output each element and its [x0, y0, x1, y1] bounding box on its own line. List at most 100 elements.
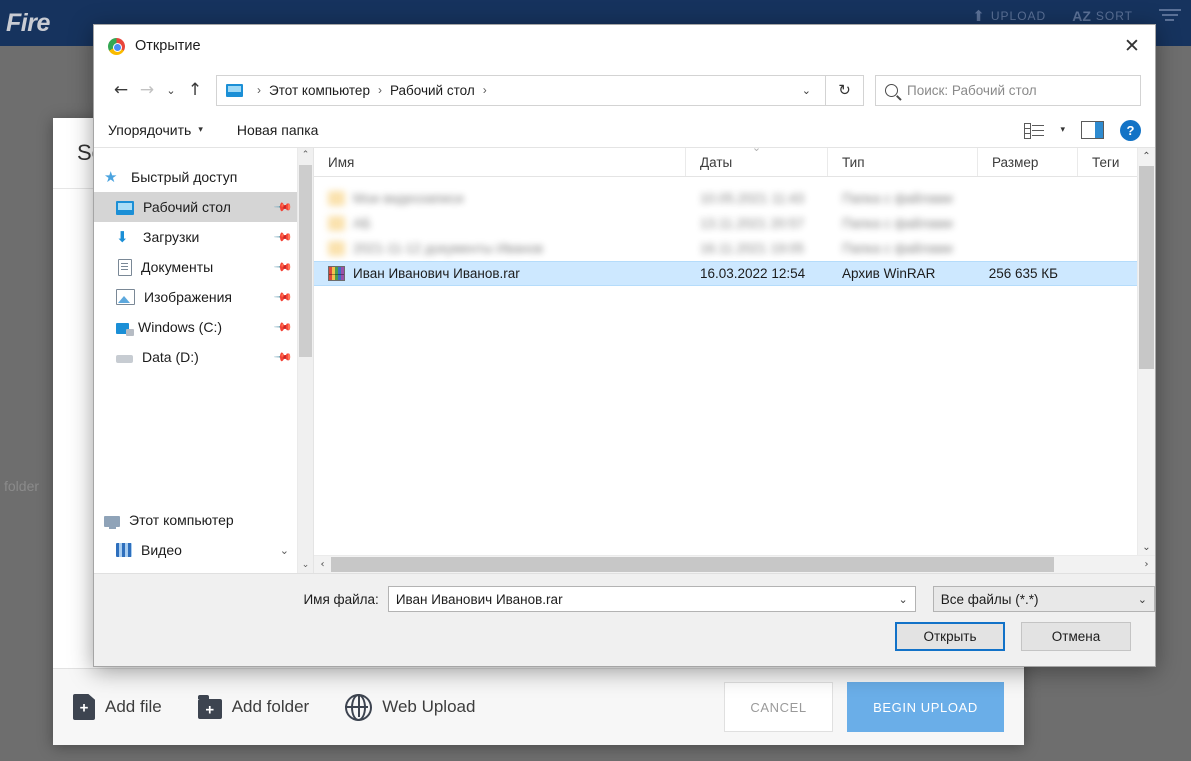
chevron-down-icon[interactable]: ⌄ [794, 84, 819, 97]
chevron-down-icon: ▾ [198, 125, 203, 135]
folder-icon [328, 191, 345, 206]
forward-button[interactable]: → [134, 75, 160, 105]
begin-upload-button[interactable]: BEGIN UPLOAD [847, 682, 1004, 732]
add-folder-icon [197, 694, 222, 719]
pin-icon[interactable]: 📌 [273, 317, 293, 337]
vertical-scrollbar-thumb[interactable] [1139, 166, 1154, 369]
cell-name: Иван Иванович Иванов.rar [314, 266, 686, 281]
pin-icon[interactable]: 📌 [273, 347, 293, 367]
sidebar-item-data-d[interactable]: Data (D:) 📌 [94, 342, 313, 372]
refresh-button[interactable]: ↻ [826, 74, 864, 106]
site-nav-actions: ⬆ UPLOAD AZ SORT [972, 8, 1181, 24]
sidebar-item-quick-access[interactable]: ★ Быстрый доступ [94, 162, 313, 192]
add-folder-button[interactable]: Add folder [197, 694, 310, 719]
cell-type: Архив WinRAR [842, 266, 936, 281]
dialog-toolbar: Упорядочить ▾ Новая папка ▾ ? [94, 113, 1155, 148]
breadcrumb-item-this-pc[interactable]: Этот компьютер [269, 83, 370, 98]
file-open-dialog: Открытие ✕ ← → ⌄ ↑ › Этот компьютер › Ра… [93, 24, 1156, 667]
cell-size: 256 635 КБ [988, 266, 1058, 281]
cancel-button[interactable]: Отмена [1021, 622, 1131, 651]
sidebar-item-label: Рабочий стол [143, 199, 231, 215]
open-button[interactable]: Открыть [895, 622, 1005, 651]
column-header-type[interactable]: Тип [828, 148, 978, 176]
file-list-rows: Мои видеозаписи 10.05.2021 11:43 Папка с… [314, 177, 1155, 555]
view-mode-icon[interactable] [1024, 122, 1045, 139]
cell-type: Папка с файлами [842, 241, 953, 256]
nav-sort-label: SORT [1095, 9, 1133, 23]
back-button[interactable]: ← [108, 75, 134, 105]
add-file-label: Add file [105, 697, 162, 716]
view-mode-chevron-down-icon[interactable]: ▾ [1060, 125, 1065, 135]
file-list-vertical-scrollbar[interactable]: ⌃ ⌄ [1137, 148, 1155, 556]
sidebar-item-this-pc[interactable]: Этот компьютер [94, 505, 313, 535]
folder-icon [328, 216, 345, 231]
organize-button[interactable]: Упорядочить ▾ [108, 122, 203, 138]
pin-icon[interactable]: 📌 [273, 227, 293, 247]
add-folder-label: Add folder [231, 697, 310, 716]
filename-row: Имя файла: Иван Иванович Иванов.rar ⌄ Вс… [94, 574, 1155, 612]
up-button[interactable]: ↑ [182, 75, 208, 105]
sidebar-item-videos[interactable]: Видео ⌄ [94, 535, 313, 565]
help-icon[interactable]: ? [1120, 119, 1141, 141]
navpane-scrollbar[interactable]: ⌃ ⌄ [297, 148, 313, 573]
horizontal-scrollbar-thumb[interactable] [331, 557, 1054, 572]
scroll-left-icon[interactable]: ‹ [314, 559, 331, 570]
column-header-size[interactable]: Размер [978, 148, 1078, 176]
pin-icon[interactable]: 📌 [273, 287, 293, 307]
table-row[interactable]: Мои видеозаписи 10.05.2021 11:43 Папка с… [314, 186, 1155, 211]
nav-upload-button[interactable]: ⬆ UPLOAD [972, 9, 1046, 24]
nav-sort-button[interactable]: AZ SORT [1072, 8, 1133, 24]
new-folder-button[interactable]: Новая папка [237, 122, 319, 138]
scroll-down-icon[interactable]: ⌄ [298, 558, 313, 573]
site-logo: Fire [6, 8, 50, 37]
file-list-horizontal-scrollbar[interactable]: ‹ › [314, 555, 1155, 573]
dialog-titlebar: Открытие ✕ [94, 25, 1155, 67]
column-header-name[interactable]: Имя [314, 148, 686, 176]
pin-icon[interactable]: 📌 [273, 257, 293, 277]
filter-lines-icon[interactable] [1159, 9, 1181, 23]
close-icon[interactable]: ✕ [1109, 25, 1155, 67]
chevron-down-icon[interactable]: ⌄ [1138, 593, 1147, 606]
chevron-down-icon[interactable]: ⌄ [280, 544, 289, 557]
table-row[interactable]: 2021-11-12 документы Иванов 16.11.2021 1… [314, 236, 1155, 261]
scroll-up-icon[interactable]: ⌃ [298, 148, 313, 163]
sidebar-item-label: Загрузки [143, 229, 200, 245]
search-input[interactable]: Поиск: Рабочий стол [875, 74, 1141, 106]
preview-pane-icon[interactable] [1081, 121, 1104, 139]
scroll-up-icon[interactable]: ⌃ [1138, 148, 1155, 165]
table-row[interactable]: АБ 13.11.2021 20:57 Папка с файлами [314, 211, 1155, 236]
table-row[interactable]: Иван Иванович Иванов.rar 16.03.2022 12:5… [314, 261, 1155, 286]
column-header-date[interactable]: Даты [686, 148, 828, 176]
address-bar[interactable]: › Этот компьютер › Рабочий стол › ⌄ [216, 74, 826, 106]
filetype-select[interactable]: Все файлы (*.*) ⌄ [932, 586, 1155, 612]
sidebar-item-desktop[interactable]: Рабочий стол 📌 [94, 192, 313, 222]
sidebar-item-documents[interactable]: Документы 📌 [94, 252, 313, 282]
recent-locations-button[interactable]: ⌄ [160, 75, 182, 105]
scroll-down-icon[interactable]: ⌄ [1138, 539, 1155, 556]
chevron-down-icon[interactable]: ⌄ [899, 593, 908, 606]
filetype-value: Все файлы (*.*) [940, 591, 1039, 607]
cell-date: 10.05.2021 11:43 [700, 191, 805, 206]
az-sort-icon: AZ [1072, 8, 1091, 24]
modal-cancel-button[interactable]: CANCEL [724, 682, 833, 732]
globe-icon [345, 693, 373, 721]
downloads-icon: ⬇ [116, 228, 129, 246]
breadcrumb-item-desktop[interactable]: Рабочий стол [390, 83, 475, 98]
sidebar-item-pictures[interactable]: Изображения 📌 [94, 282, 313, 312]
sidebar-item-label: Видео [141, 542, 182, 558]
navigation-pane: ★ Быстрый доступ Рабочий стол 📌 ⬇ Загруз… [94, 148, 314, 573]
filename-input[interactable]: Иван Иванович Иванов.rar ⌄ [387, 586, 916, 612]
sidebar-item-label: Документы [141, 259, 214, 275]
breadcrumb-separator-2: › [482, 83, 487, 97]
sidebar-item-downloads[interactable]: ⬇ Загрузки 📌 [94, 222, 313, 252]
folder-icon [328, 241, 345, 256]
add-file-button[interactable]: Add file [73, 694, 162, 720]
dialog-main: ★ Быстрый доступ Рабочий стол 📌 ⬇ Загруз… [94, 148, 1155, 573]
cell-name: АБ [314, 216, 686, 231]
pin-icon[interactable]: 📌 [273, 197, 293, 217]
web-upload-button[interactable]: Web Upload [345, 693, 475, 721]
scroll-right-icon[interactable]: › [1138, 559, 1155, 570]
sidebar-item-windows-c[interactable]: Windows (C:) 📌 [94, 312, 313, 342]
navpane-scrollbar-thumb[interactable] [299, 165, 312, 357]
sidebar-item-label: Быстрый доступ [131, 169, 238, 185]
